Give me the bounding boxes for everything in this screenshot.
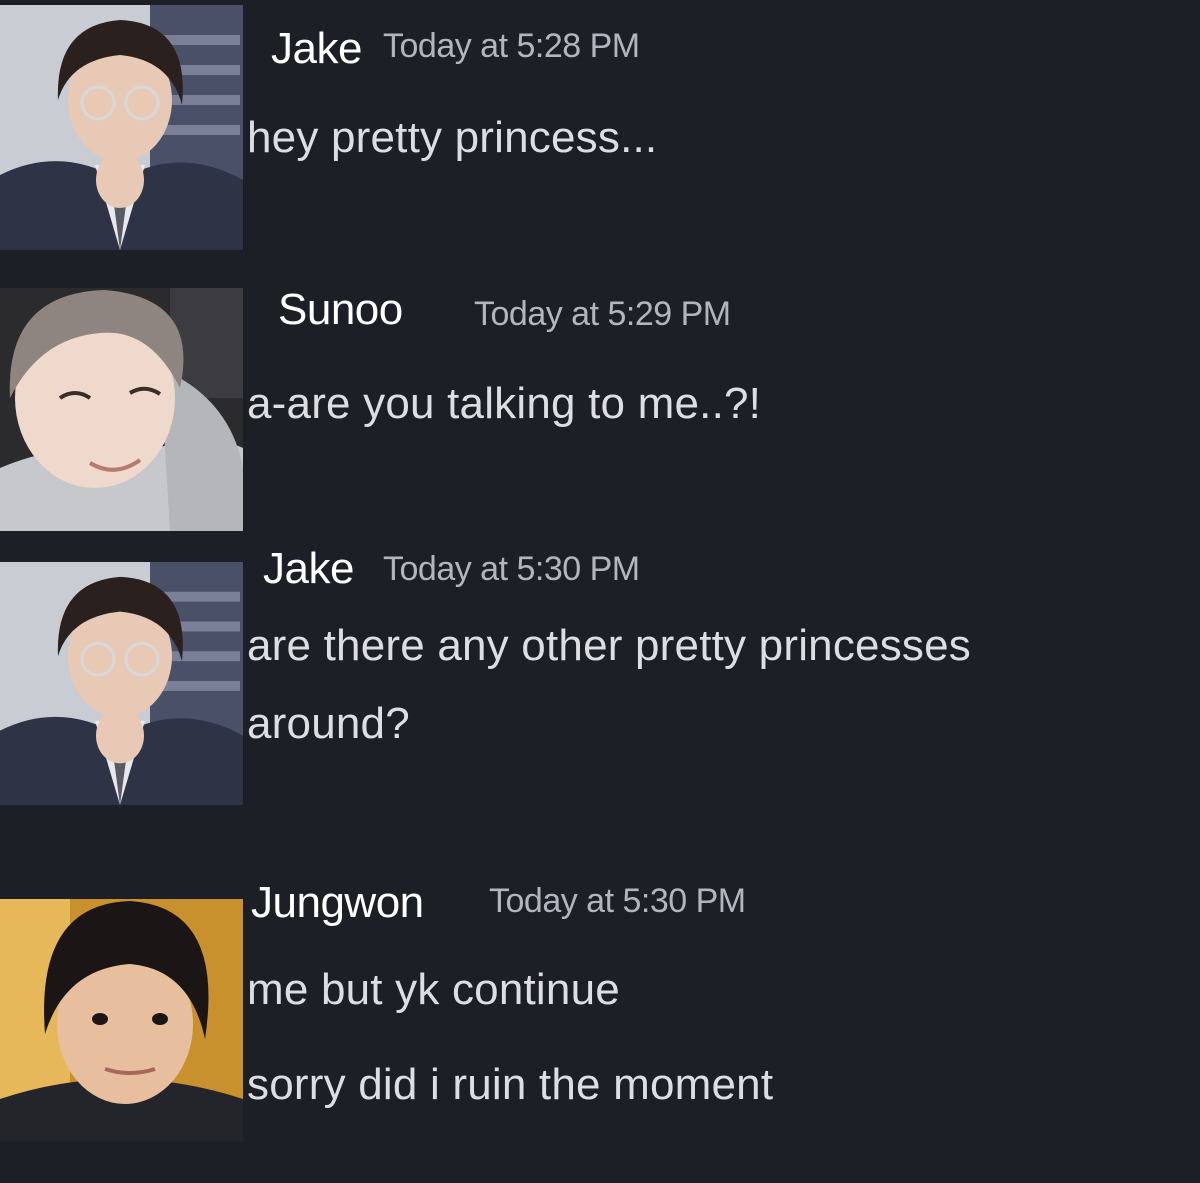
author-name[interactable]: Jungwon xyxy=(251,881,424,925)
author-name[interactable]: Sunoo xyxy=(278,288,403,332)
message-text: hey pretty princess... xyxy=(247,113,658,162)
message-text: a-are you talking to me..?! xyxy=(247,379,762,428)
message-timestamp: Today at 5:29 PM xyxy=(474,295,731,333)
jungwon-avatar[interactable] xyxy=(0,899,243,1142)
message-timestamp: Today at 5:30 PM xyxy=(489,882,746,920)
sunoo-avatar[interactable] xyxy=(0,288,243,531)
message-text: around? xyxy=(247,699,410,748)
jake-avatar[interactable] xyxy=(0,5,243,250)
author-name[interactable]: Jake xyxy=(271,27,362,71)
message-timestamp: Today at 5:30 PM xyxy=(383,550,640,588)
message-text: are there any other pretty princesses xyxy=(247,621,971,670)
message-text: me but yk continue xyxy=(247,965,620,1014)
message-text: sorry did i ruin the moment xyxy=(247,1060,774,1109)
message-timestamp: Today at 5:28 PM xyxy=(383,27,640,65)
author-name[interactable]: Jake xyxy=(263,547,354,591)
jake-avatar[interactable] xyxy=(0,562,243,805)
